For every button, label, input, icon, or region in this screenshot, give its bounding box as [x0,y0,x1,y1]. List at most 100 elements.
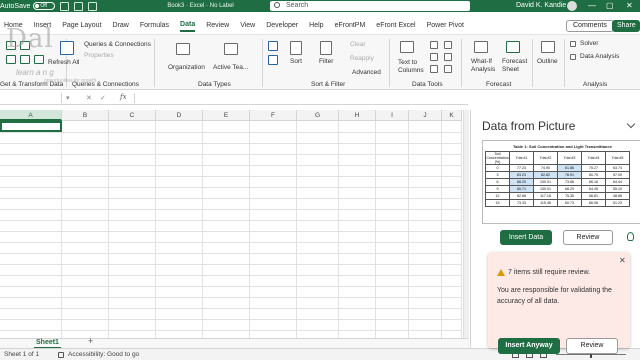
tab-view[interactable]: View [240,20,255,31]
column-header-k[interactable]: K [442,110,462,121]
text-to-columns-icon[interactable] [400,41,414,53]
text-to-columns-button[interactable]: Text to Columns [398,59,424,75]
lightbulb-icon[interactable] [627,232,634,241]
sort-za-icon[interactable] [268,55,278,65]
tab-data[interactable]: Data [180,19,196,32]
chevron-down-icon[interactable] [626,119,636,129]
organization-icon[interactable] [176,43,190,55]
preview-cell: 100.01 [533,178,558,186]
column-header-a[interactable]: A [0,110,62,121]
preview-header-cell: Trial #4 [581,151,606,165]
data-analysis-button[interactable]: Data Analysis [580,53,619,60]
preview-cell: 60.75 [581,171,606,179]
what-if-button[interactable]: What-If Analysis [471,58,495,74]
column-header-h[interactable]: H [339,110,376,121]
cancel-icon[interactable]: ✕ [86,94,92,102]
remove-duplicates-icon[interactable] [430,53,438,61]
relationships-icon[interactable] [444,53,452,61]
enter-icon[interactable]: ✓ [100,94,106,102]
tab-review[interactable]: Review [206,20,229,31]
sheet-tab-label[interactable]: Sheet1 [34,338,61,348]
outline-button[interactable]: Outline [537,58,558,65]
tab-help[interactable]: Help [309,20,323,31]
review-button[interactable]: Review [563,230,613,245]
organization-button[interactable]: Organization [168,64,205,71]
formula-input[interactable] [134,93,464,103]
vertical-scrollbar[interactable] [463,110,469,354]
undo-icon[interactable] [74,1,84,11]
search-placeholder: Search [286,2,309,9]
column-header-g[interactable]: G [297,110,339,121]
share-button[interactable]: Share [612,20,640,32]
data-model-icon[interactable] [444,65,452,73]
column-header-j[interactable]: J [409,110,442,121]
redo-icon[interactable] [88,1,98,11]
data-validation-icon[interactable] [430,65,438,73]
grid-line [0,176,462,177]
solver-button[interactable]: Solver [580,40,598,47]
close-icon[interactable]: ✕ [619,256,626,265]
tab-efront-excel[interactable]: eFront Excel [376,20,415,31]
status-accessibility[interactable]: Accessibility: Good to go [68,349,139,360]
close-icon[interactable]: ✕ [626,0,633,12]
sort-az-icon[interactable] [268,41,278,51]
preview-cell: 56.81 [581,192,606,200]
column-header-c[interactable]: C [109,110,156,121]
insert-function-button[interactable]: fx [120,93,127,101]
forecast-sheet-icon[interactable] [506,41,520,53]
watermark-logo: Dal learn a n g opportunities for growth [4,14,114,86]
tab-efrontpm[interactable]: eFrontPM [335,20,366,31]
watermark-big: Dal [6,24,54,54]
tab-developer[interactable]: Developer [266,20,298,31]
selected-cell[interactable] [0,121,62,132]
column-header-b[interactable]: B [62,110,109,121]
forecast-sheet-button[interactable]: Forecast Sheet [502,58,528,74]
maximize-icon[interactable]: ▢ [606,0,614,12]
insert-anyway-button[interactable]: Insert Anyway [498,338,560,354]
sort-button[interactable]: Sort [290,58,302,65]
minimize-icon[interactable]: — [588,0,596,12]
title-label: No Label [209,3,234,9]
reapply-button[interactable]: Reapply [350,55,374,62]
column-header-i[interactable]: I [376,110,409,121]
add-sheet-button[interactable]: + [88,336,93,347]
active-team-button[interactable]: Active Tea... [213,64,248,71]
tab-draw[interactable]: Draw [113,20,129,31]
data-analysis-icon[interactable] [570,54,576,60]
formula-bar: ▾ ✕ ✓ fx [0,91,468,105]
filter-icon[interactable] [320,41,332,55]
column-header-f[interactable]: F [250,110,297,121]
solver-icon[interactable] [570,41,576,47]
clear-button[interactable]: Clear [350,41,366,48]
preview-row: 15 73.33 115.48 60.73 66.08 51.23 [485,199,630,207]
avatar[interactable] [567,1,577,11]
filter-button[interactable]: Filter [319,58,333,65]
accessibility-icon[interactable] [58,352,64,358]
comments-button[interactable]: Comments [566,20,614,32]
autosave-toggle[interactable]: Off [33,2,56,10]
column-header-d[interactable]: D [156,110,203,121]
save-icon[interactable] [60,1,70,11]
what-if-icon[interactable] [474,41,488,53]
worksheet-grid[interactable]: ABCDEFGHIJK [0,110,462,354]
preview-cell: 74.90 [533,164,558,172]
review-notice-button[interactable]: Review [566,338,618,354]
sort-icon[interactable] [290,41,302,55]
chevron-down-icon[interactable]: ▾ [66,94,70,102]
column-header-e[interactable]: E [203,110,250,121]
search-input[interactable]: Search [270,1,470,11]
outline-icon[interactable] [541,41,555,53]
insert-data-button[interactable]: Insert Data [500,230,552,245]
name-box[interactable] [0,93,62,103]
group-data-tools: Data Tools [412,81,443,88]
consolidate-icon[interactable] [444,41,452,49]
tab-power-pivot[interactable]: Power Pivot [427,20,464,31]
flash-fill-icon[interactable] [430,41,438,49]
grid-line [0,143,462,144]
active-team-icon[interactable] [224,43,238,55]
preview-cell: 9 [485,185,510,193]
tab-formulas[interactable]: Formulas [140,20,169,31]
advanced-button[interactable]: Advanced [352,69,381,76]
user-name[interactable]: David K. Kandie [516,0,566,12]
preview-cell: 73.66 [557,178,582,186]
